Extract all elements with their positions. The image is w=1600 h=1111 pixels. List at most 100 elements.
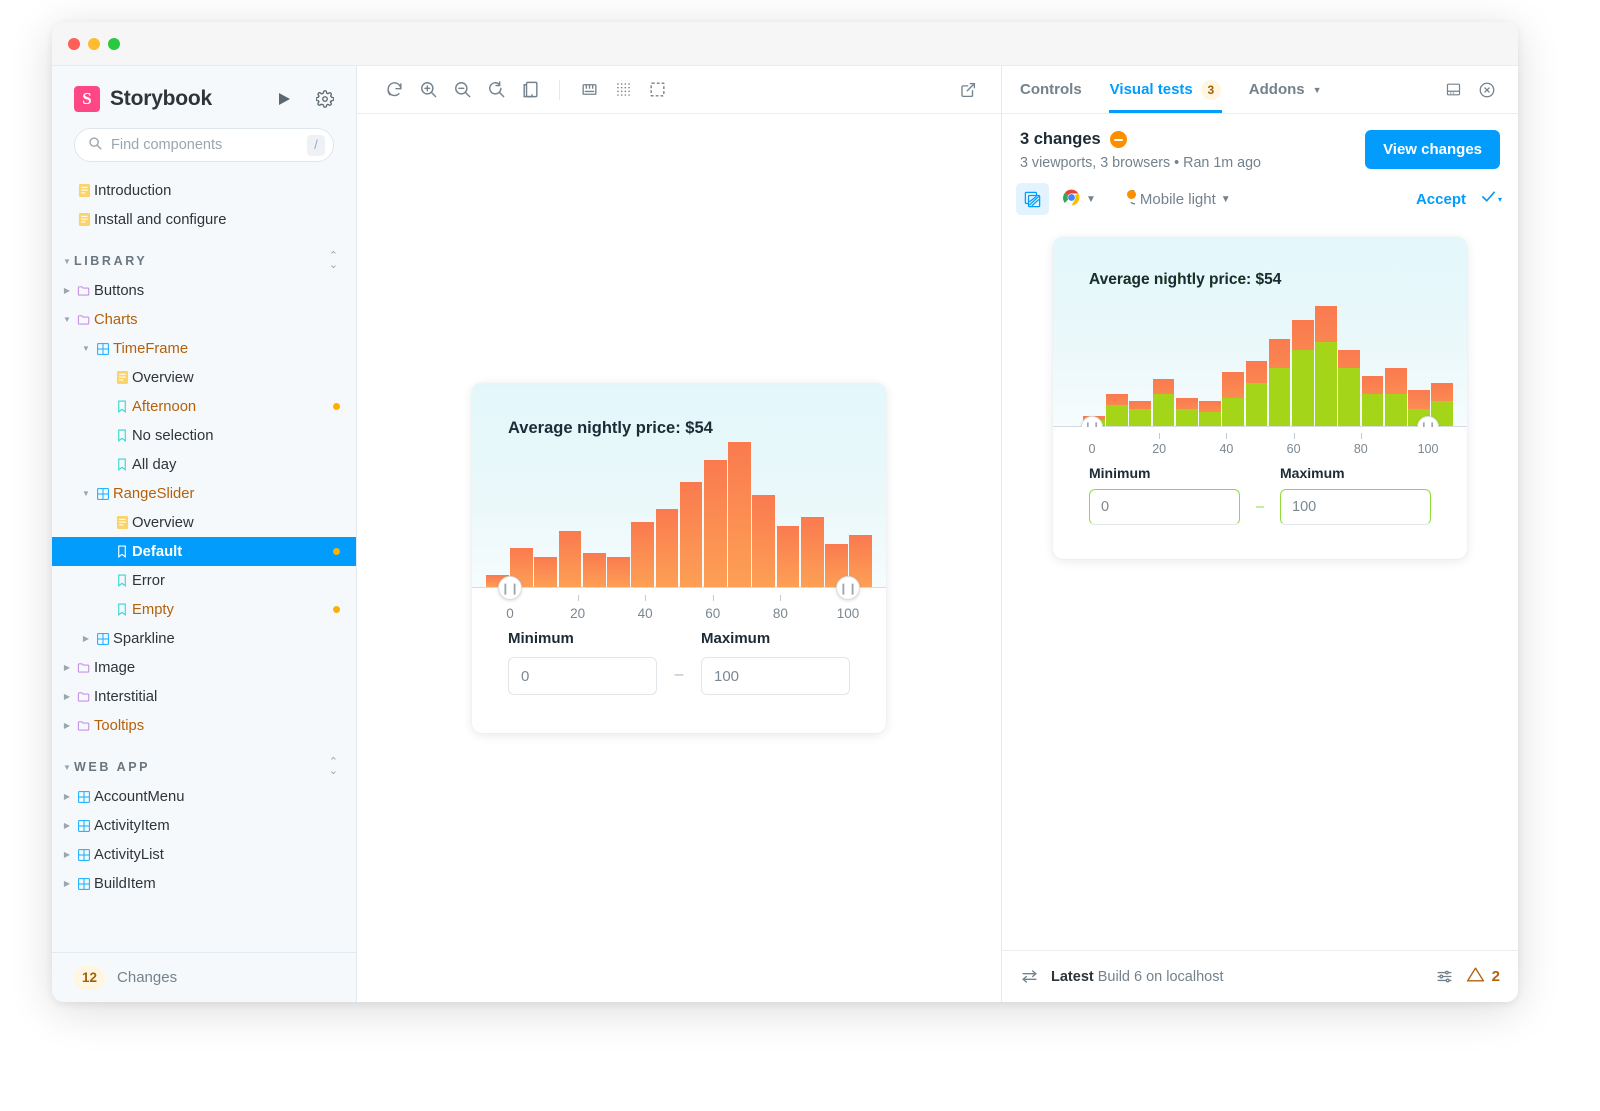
tab-visual-tests[interactable]: Visual tests 3	[1096, 66, 1235, 113]
sidebar-item-introduction[interactable]: Introduction	[52, 176, 356, 205]
folder-icon	[74, 284, 94, 298]
sidebar-item-overview[interactable]: Overview	[52, 508, 356, 537]
sidebar-item-tooltips[interactable]: ▶ Tooltips	[52, 711, 356, 740]
minimum-input[interactable]	[508, 657, 657, 695]
change-indicator-dot	[333, 548, 340, 555]
chevron-down-icon[interactable]: ▼	[79, 344, 93, 353]
sidebar-item-label: Buttons	[94, 282, 145, 299]
gear-icon[interactable]	[316, 90, 334, 108]
sidebar-item-label: Overview	[132, 514, 194, 531]
search-box[interactable]: /	[74, 128, 334, 162]
chevron-down-icon[interactable]: ▼	[79, 489, 93, 498]
sidebar-item-accountmenu[interactable]: ▶ AccountMenu	[52, 782, 356, 811]
sidebar-item-activitylist[interactable]: ▶ ActivityList	[52, 840, 356, 869]
axis-tick-mark	[712, 595, 714, 601]
warning-indicator[interactable]: 2	[1466, 965, 1500, 989]
diff-toggle-icon[interactable]	[1016, 183, 1049, 215]
sidebar-item-label: TimeFrame	[113, 340, 189, 357]
chevron-down-icon[interactable]: ▼	[60, 315, 74, 324]
close-panel-icon[interactable]	[1470, 66, 1504, 113]
open-in-new-icon[interactable]	[953, 75, 983, 105]
sliders-icon[interactable]	[1435, 967, 1454, 986]
snapshot-minimum-input[interactable]	[1089, 489, 1240, 525]
sidebar-item-builditem[interactable]: ▶ BuildItem	[52, 869, 356, 898]
zoom-out-icon[interactable]	[447, 75, 477, 105]
story-chart-title: Average nightly price: $54	[508, 419, 713, 437]
accept-options-button[interactable]: ▾	[1480, 188, 1504, 210]
view-changes-button[interactable]: View changes	[1365, 130, 1500, 169]
ruler-icon[interactable]	[574, 75, 604, 105]
sidebar-item-image[interactable]: ▶ Image	[52, 653, 356, 682]
chrome-icon	[1062, 188, 1081, 211]
chevron-right-icon[interactable]: ▶	[60, 721, 74, 730]
sidebar-item-charts[interactable]: ▼ Charts	[52, 305, 356, 334]
axis-tick-label: 100	[836, 606, 860, 621]
section-header-web-app[interactable]: ▼ WEB APP ⌃ ⌄	[52, 752, 356, 782]
grid-icon[interactable]	[608, 75, 638, 105]
viewport-status-icon	[1116, 189, 1136, 209]
sidebar-item-rangeslider[interactable]: ▼ RangeSlider	[52, 479, 356, 508]
sidebar-item-sparkline[interactable]: ▶ Sparkline	[52, 624, 356, 653]
sort-icon[interactable]: ⌃ ⌄	[329, 251, 338, 271]
play-icon[interactable]	[276, 91, 292, 107]
footer-build-info[interactable]: Latest Build 6 on localhost	[1051, 969, 1224, 985]
tab-label: Visual tests	[1109, 81, 1193, 98]
accept-button[interactable]: Accept	[1408, 191, 1474, 208]
compare-icon[interactable]	[1020, 967, 1039, 986]
footer-build-text: Build 6 on localhost	[1097, 968, 1224, 985]
component-icon	[93, 632, 113, 646]
sidebar-item-label: Overview	[132, 369, 194, 386]
tab-addons[interactable]: Addons ▼	[1235, 66, 1336, 113]
snapshot-viewer[interactable]: Average nightly price: $54 Average night…	[1002, 215, 1518, 950]
sidebar-item-error[interactable]: Error	[52, 566, 356, 595]
document-icon	[112, 515, 132, 530]
chevron-right-icon[interactable]: ▶	[60, 850, 74, 859]
sidebar-item-label: Tooltips	[94, 717, 145, 734]
zoom-reset-icon[interactable]	[481, 75, 511, 105]
chevron-right-icon[interactable]: ▶	[60, 692, 74, 701]
chevron-right-icon[interactable]: ▶	[60, 663, 74, 672]
outline-icon[interactable]	[642, 75, 672, 105]
viewport-selector[interactable]: Mobile light ▼	[1109, 183, 1238, 215]
chevron-right-icon[interactable]: ▶	[60, 792, 74, 801]
window-minimize-button[interactable]	[88, 37, 100, 50]
sidebar-item-buttons[interactable]: ▶ Buttons	[52, 276, 356, 305]
background-icon[interactable]	[515, 75, 545, 105]
maximum-input[interactable]	[701, 657, 850, 695]
sidebar-item-all-day[interactable]: All day	[52, 450, 356, 479]
changes-status-icon	[1109, 131, 1127, 148]
x-axis-region: 0 20 40 60 80 100	[472, 588, 886, 630]
window-zoom-button[interactable]	[108, 37, 120, 50]
tab-controls[interactable]: Controls	[1006, 66, 1096, 113]
sidebar-item-empty[interactable]: Empty	[52, 595, 356, 624]
sidebar-footer-changes[interactable]: 12 Changes	[52, 952, 356, 1002]
sidebar-item-activityitem[interactable]: ▶ ActivityItem	[52, 811, 356, 840]
browser-selector[interactable]: ▼	[1055, 183, 1103, 215]
snapshot-maximum-input[interactable]	[1280, 489, 1431, 525]
window-close-button[interactable]	[68, 37, 80, 50]
chevron-right-icon[interactable]: ▶	[60, 821, 74, 830]
sidebar-item-afternoon[interactable]: Afternoon	[52, 392, 356, 421]
sidebar-item-timeframe[interactable]: ▼ TimeFrame	[52, 334, 356, 363]
snapshot-chart-title: Average nightly price: $54 Average night…	[1089, 271, 1281, 289]
snapshot-x-axis-region: 0 20 40 60 80 100	[1053, 427, 1467, 465]
sidebar-item-default[interactable]: Default	[52, 537, 356, 566]
changes-headline: 3 changes	[1020, 130, 1365, 149]
chevron-right-icon[interactable]: ▶	[60, 879, 74, 888]
sidebar-item-install-and-configure[interactable]: Install and configure	[52, 205, 356, 234]
search-input[interactable]	[111, 137, 298, 153]
remount-icon[interactable]	[379, 75, 409, 105]
chevron-down-icon: ▼	[63, 762, 71, 772]
range-separator: –	[674, 666, 684, 683]
section-header-library[interactable]: ▼ LIBRARY ⌃ ⌄	[52, 246, 356, 276]
dock-bottom-icon[interactable]	[1436, 66, 1470, 113]
sidebar-item-overview[interactable]: Overview	[52, 363, 356, 392]
zoom-in-icon[interactable]	[413, 75, 443, 105]
sidebar-item-interstitial[interactable]: ▶ Interstitial	[52, 682, 356, 711]
axis-tick-mark	[780, 595, 782, 601]
chevron-right-icon[interactable]: ▶	[79, 634, 93, 643]
sidebar-item-no-selection[interactable]: No selection	[52, 421, 356, 450]
sidebar-item-label: Afternoon	[132, 398, 197, 415]
sort-icon[interactable]: ⌃ ⌄	[329, 757, 338, 777]
chevron-right-icon[interactable]: ▶	[60, 286, 74, 295]
